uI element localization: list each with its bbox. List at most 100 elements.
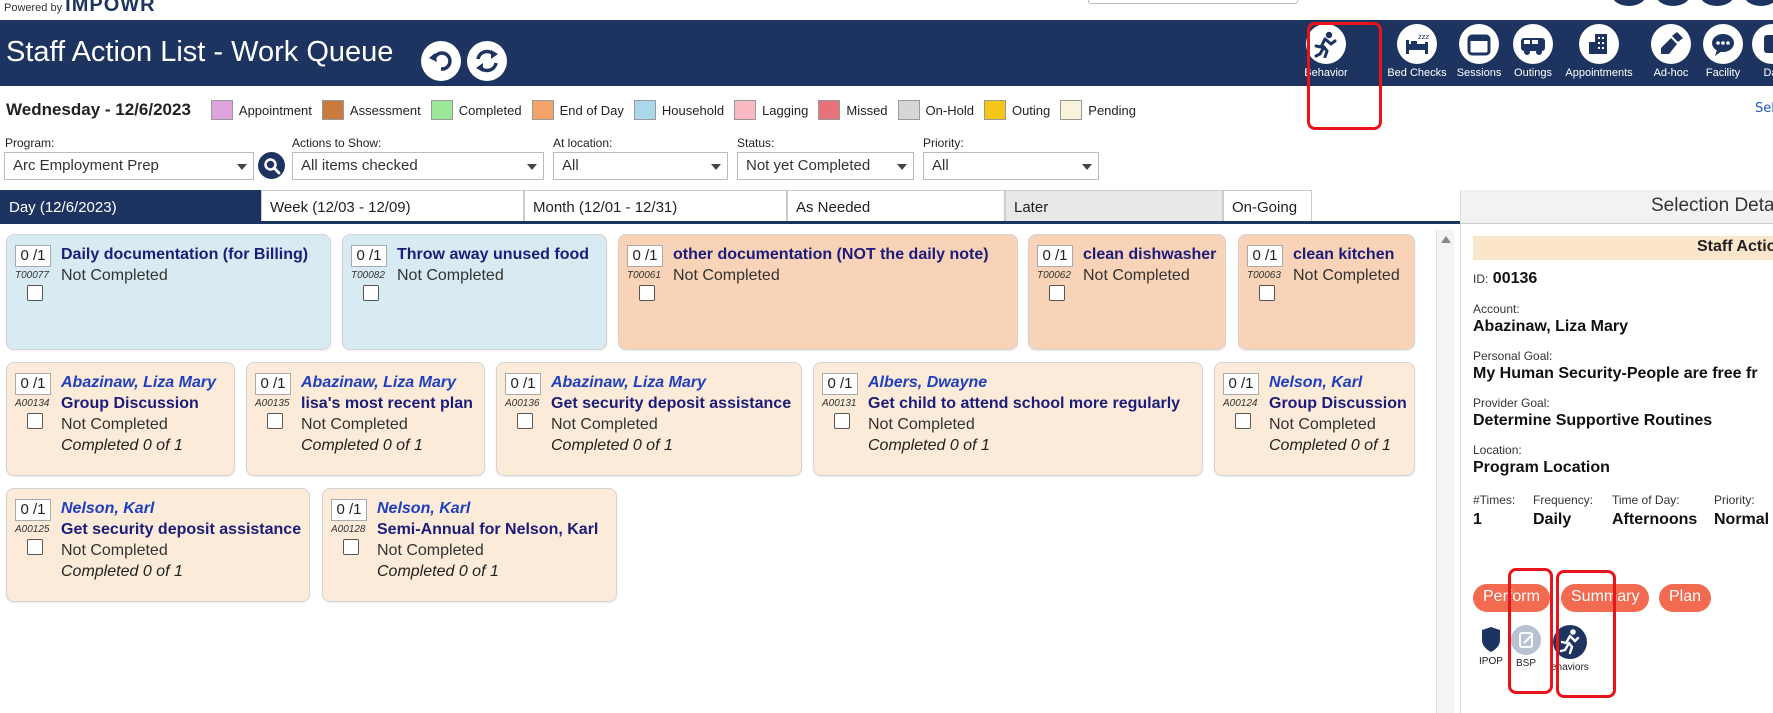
plan-button[interactable]: Plan	[1659, 584, 1712, 612]
frequency-value: Daily	[1533, 511, 1572, 528]
action-code: T00082	[351, 270, 385, 281]
action-checkbox[interactable]	[1259, 285, 1275, 301]
location-label: Location:	[1473, 443, 1522, 457]
toolbar-label: Ad-hoc	[1653, 67, 1689, 79]
action-card[interactable]: 0 /1 T00061 other documentation (NOT the…	[618, 234, 1018, 350]
action-checkbox[interactable]	[363, 285, 379, 301]
actions-select[interactable]: All items checked	[292, 152, 544, 180]
action-title: clean kitchen	[1293, 246, 1395, 263]
scroll-up-arrow-icon[interactable]	[1441, 236, 1451, 243]
search-button[interactable]	[258, 152, 285, 179]
action-card[interactable]: 0 /1 T00063 clean kitchen Not Completed	[1238, 234, 1415, 350]
client-name: Abazinaw, Liza Mary	[551, 374, 706, 391]
action-card[interactable]: 0 /1 A00124 Nelson, Karl Group Discussion…	[1214, 362, 1415, 476]
action-title: Daily documentation (for Billing)	[61, 246, 309, 263]
action-checkbox[interactable]	[27, 285, 43, 301]
ipop-button[interactable]: IPOP	[1479, 624, 1503, 667]
legend-label: Appointment	[238, 102, 312, 118]
action-count: 0 /1	[15, 245, 51, 267]
action-checkbox[interactable]	[343, 539, 359, 555]
refresh-icon	[476, 49, 498, 73]
building-icon	[1579, 24, 1619, 64]
account-label: Account:	[1473, 302, 1520, 316]
action-status: Not Completed	[61, 416, 168, 433]
top-search-input[interactable]	[1088, 0, 1298, 4]
toolbar-adhoc-button[interactable]: Ad-hoc	[1651, 24, 1691, 84]
action-checkbox[interactable]	[639, 285, 655, 301]
toolbar-sessions-button[interactable]: Sessions	[1457, 24, 1501, 84]
action-card[interactable]: 0 /1 T00082 Throw away unused food Not Co…	[342, 234, 607, 350]
action-title: Get security deposit assistance	[61, 521, 302, 538]
client-name: Abazinaw, Liza Mary	[61, 374, 216, 391]
legend-item: Appointment	[210, 100, 312, 120]
annotation-highlight-behaviors	[1556, 570, 1616, 698]
tab-as-needed[interactable]: As Needed	[787, 190, 1005, 221]
program-select[interactable]: Arc Employment Prep	[4, 152, 254, 180]
legend-label: End of Day	[559, 102, 624, 118]
toolbar-bed-checks-button[interactable]: zzz Bed Checks	[1387, 24, 1447, 84]
legend-label: Assessment	[349, 102, 421, 118]
action-card[interactable]: 0 /1 T00077 Daily documentation (for Bil…	[6, 234, 331, 350]
refresh-button[interactable]	[467, 41, 507, 81]
action-status: Not Completed	[673, 267, 780, 284]
action-card[interactable]: 0 /1 A00136 Abazinaw, Liza Mary Get secur…	[496, 362, 802, 476]
select-link[interactable]: Sel	[1755, 101, 1773, 116]
queue-scrollbar[interactable]	[1436, 230, 1454, 713]
top-avatar-icon[interactable]	[1612, 0, 1646, 6]
action-progress: Completed 0 of 1	[1269, 437, 1391, 454]
location-select[interactable]: All	[553, 152, 728, 180]
tab-week[interactable]: Week (12/03 - 12/09)	[261, 190, 524, 221]
legend-label: Outing	[1011, 102, 1051, 118]
toolbar-label: Outings	[1514, 67, 1552, 79]
chat-icon	[1703, 24, 1743, 64]
toolbar-outings-button[interactable]: Outings	[1513, 24, 1553, 84]
action-status: Not Completed	[61, 542, 168, 559]
legend-label: Household	[661, 102, 725, 118]
times-label: #Times:	[1473, 493, 1516, 507]
action-card[interactable]: 0 /1 A00131 Albers, Dwayne Get child to a…	[813, 362, 1203, 476]
status-select[interactable]: Not yet Completed	[737, 152, 914, 180]
tab-later[interactable]: Later	[1005, 190, 1223, 221]
action-card[interactable]: 0 /1 T00062 clean dishwasher Not Complete…	[1028, 234, 1226, 350]
tab-month[interactable]: Month (12/01 - 12/31)	[524, 190, 787, 221]
action-title: Group Discussion	[1269, 395, 1407, 412]
action-checkbox[interactable]	[27, 413, 43, 429]
action-checkbox[interactable]	[517, 413, 533, 429]
action-checkbox[interactable]	[27, 539, 43, 555]
legend-swatch	[897, 100, 920, 120]
action-checkbox[interactable]	[267, 413, 283, 429]
personal-goal-value: My Human Security-People are free fr	[1473, 365, 1758, 382]
top-settings-icon[interactable]	[1700, 0, 1734, 6]
action-count: 0 /1	[822, 373, 858, 395]
tab-on-going[interactable]: On-Going	[1223, 190, 1312, 221]
action-count: 0 /1	[15, 373, 51, 395]
legend-swatch	[734, 100, 757, 120]
top-menu-icon[interactable]	[1656, 0, 1690, 6]
toolbar-appointments-button[interactable]: Appointments	[1565, 24, 1633, 84]
action-code: T00062	[1037, 270, 1071, 281]
action-status: Not Completed	[301, 416, 408, 433]
legend-item: Lagging	[734, 100, 808, 120]
action-card[interactable]: 0 /1 A00135 Abazinaw, Liza Mary lisa's mo…	[246, 362, 485, 476]
action-card[interactable]: 0 /1 A00125 Nelson, Karl Get security dep…	[6, 488, 310, 602]
program-value: Arc Employment Prep	[13, 157, 159, 174]
action-code: A00134	[15, 398, 50, 409]
priority-select[interactable]: All	[923, 152, 1099, 180]
action-checkbox[interactable]	[1049, 285, 1065, 301]
actions-value: All items checked	[301, 157, 418, 174]
action-title: Group Discussion	[61, 395, 199, 412]
action-checkbox[interactable]	[1235, 413, 1251, 429]
tab-day[interactable]: Day (12/6/2023)	[0, 190, 261, 221]
top-logout-icon[interactable]	[1744, 0, 1773, 6]
action-card[interactable]: 0 /1 A00134 Abazinaw, Liza Mary Group Dis…	[6, 362, 235, 476]
provider-goal-value: Determine Supportive Routines	[1473, 412, 1713, 429]
action-checkbox[interactable]	[834, 413, 850, 429]
action-count: 0 /1	[1037, 245, 1073, 267]
action-card[interactable]: 0 /1 A00128 Nelson, Karl Semi-Annual for …	[322, 488, 617, 602]
work-queue: 0 /1 T00077 Daily documentation (for Bil…	[0, 226, 1420, 713]
undo-button[interactable]	[421, 41, 461, 81]
action-status: Not Completed	[1269, 416, 1376, 433]
toolbar-facility-button[interactable]: Facility	[1703, 24, 1743, 84]
action-progress: Completed 0 of 1	[61, 563, 183, 580]
toolbar-data-button[interactable]: Dat	[1752, 24, 1773, 84]
